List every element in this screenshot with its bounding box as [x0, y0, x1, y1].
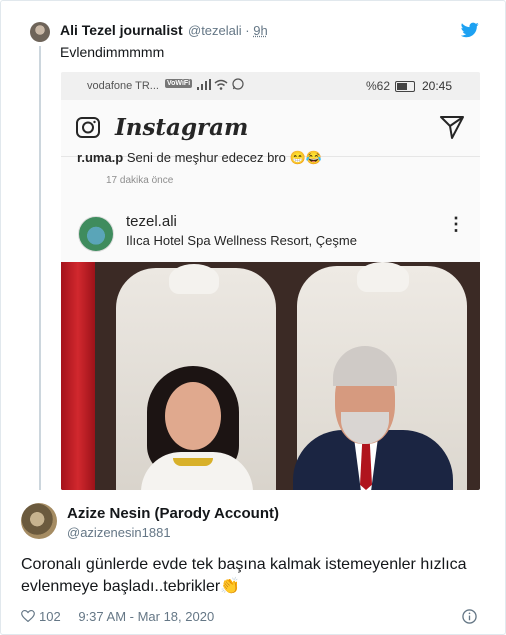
- clock: 20:45: [422, 79, 453, 93]
- bride-face: [165, 382, 221, 450]
- instagram-direct-icon: [440, 116, 464, 139]
- clapping-hands-emoji-icon: 👏: [220, 578, 241, 595]
- author-handle[interactable]: @azizenesin1881: [67, 525, 171, 540]
- more-options-icon: ⋮: [447, 214, 465, 234]
- post-location: Ilıca Hotel Spa Wellness Resort, Çeşme: [126, 233, 357, 248]
- tweet-body: Coronalı günlerde evde tek başına kalmak…: [21, 556, 467, 595]
- battery-percentage: %62: [366, 79, 391, 93]
- battery-icon: [395, 81, 415, 92]
- author-handle-and-age[interactable]: @tezelali · 9h: [188, 23, 268, 38]
- post-avatar: [78, 216, 114, 252]
- heart-icon[interactable]: [21, 610, 35, 622]
- instagram-logo: Instagram: [115, 114, 249, 141]
- tweet-footer: 102 9:37 AM - Mar 18, 2020: [21, 609, 214, 624]
- tweet-age[interactable]: 9h: [253, 23, 267, 38]
- post-username: tezel.ali: [126, 213, 177, 230]
- attached-screenshot-image[interactable]: vodafone TR... VoWiFi %62 20:45 Instagra…: [61, 72, 480, 490]
- author-handle[interactable]: @tezelali: [188, 23, 242, 38]
- avatar[interactable]: [30, 22, 50, 42]
- instagram-camera-icon: [76, 117, 100, 138]
- author-name[interactable]: Azize Nesin (Parody Account): [67, 505, 279, 522]
- separator: ·: [245, 23, 250, 38]
- red-curtain: [61, 262, 95, 490]
- signal-icons: [197, 78, 244, 92]
- tweet-text: Evlendimmmmm: [60, 44, 165, 60]
- carrier-label: vodafone TR...: [87, 80, 159, 92]
- necklace: [173, 458, 213, 466]
- twitter-bird-icon[interactable]: [461, 22, 479, 38]
- info-icon[interactable]: [462, 609, 477, 624]
- wifi-icon: [214, 79, 228, 90]
- phone-status-bar: vodafone TR... VoWiFi %62 20:45: [61, 72, 480, 100]
- tweet-text: Coronalı günlerde evde tek başına kalmak…: [21, 554, 481, 598]
- comment-user: r.uma.p: [77, 150, 124, 165]
- comment-time: 17 dakika önce: [106, 175, 174, 186]
- instagram-header: Instagram: [61, 100, 480, 157]
- signal-icon: [197, 79, 211, 90]
- whatsapp-icon: [232, 78, 244, 90]
- author-name[interactable]: Ali Tezel journalist: [60, 22, 183, 38]
- chair-crest-right: [357, 262, 409, 292]
- avatar[interactable]: [21, 503, 57, 539]
- comment-text: Seni de meşhur edecez bro: [126, 150, 286, 165]
- wifi-calling-badge: VoWiFi: [165, 79, 193, 88]
- chair-crest-left: [169, 264, 219, 294]
- like-count[interactable]: 102: [39, 609, 61, 624]
- wedding-photo: [61, 262, 480, 490]
- partial-comment: r.uma.p Seni de meşhur edecez bro 😁😂: [77, 150, 322, 166]
- thread-line: [39, 46, 41, 490]
- emoji-icon: 😁😂: [289, 150, 322, 165]
- tweet-timestamp[interactable]: 9:37 AM - Mar 18, 2020: [78, 609, 214, 624]
